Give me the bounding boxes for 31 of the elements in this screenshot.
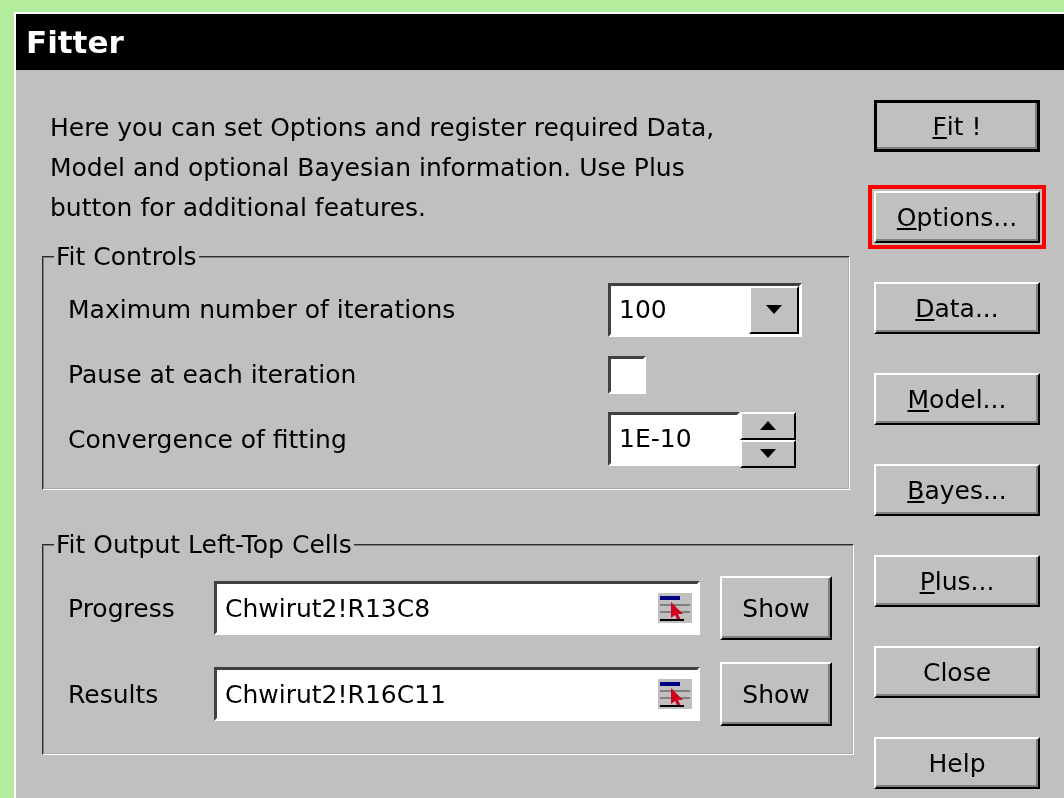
dialog-button[interactable]: Options... <box>874 191 1040 243</box>
field-label: Results <box>68 679 160 709</box>
description-text: Here you can set Options and register required Data, Model and optional Bayesian information. Use Plus button for additional features. <box>50 112 716 224</box>
dialog-button[interactable]: Close <box>874 646 1040 698</box>
dialog-button[interactable]: Data... <box>874 282 1040 334</box>
field-label: Progress <box>68 593 176 623</box>
field-label: Pause at each iteration <box>68 360 358 389</box>
group-title: Fit Output Left-Top Cells <box>55 530 353 559</box>
dialog-button[interactable]: Plus... <box>874 555 1040 607</box>
show-button[interactable]: Show <box>720 576 832 640</box>
down-arrow-icon <box>766 305 782 314</box>
spin-down-button[interactable] <box>740 439 796 468</box>
dialog-button[interactable]: Help <box>874 737 1040 789</box>
dialog-button[interactable]: Fit ! <box>874 100 1040 152</box>
window-title: Fitter <box>26 24 124 60</box>
field-label: Maximum number of iterations <box>68 295 457 324</box>
cell-reference-field[interactable]: Chwirut2!R16C11 <box>214 667 700 721</box>
field-label: Convergence of fitting <box>68 425 348 454</box>
convergence-field[interactable]: 1E-10 <box>608 411 740 466</box>
up-arrow-icon <box>760 421 776 430</box>
down-arrow-icon <box>760 449 776 458</box>
show-button[interactable]: Show <box>720 662 832 726</box>
range-select-icon[interactable] <box>657 678 693 710</box>
dialog-button[interactable]: Bayes... <box>874 464 1040 516</box>
spin-up-button[interactable] <box>740 411 796 440</box>
dialog-button[interactable]: Model... <box>874 373 1040 425</box>
range-select-icon[interactable] <box>657 592 693 624</box>
cell-reference-field[interactable]: Chwirut2!R13C8 <box>214 581 700 635</box>
pause-checkbox[interactable] <box>608 355 646 394</box>
iterations-dropdown[interactable]: 100 <box>608 282 802 337</box>
group-title: Fit Controls <box>55 242 198 271</box>
